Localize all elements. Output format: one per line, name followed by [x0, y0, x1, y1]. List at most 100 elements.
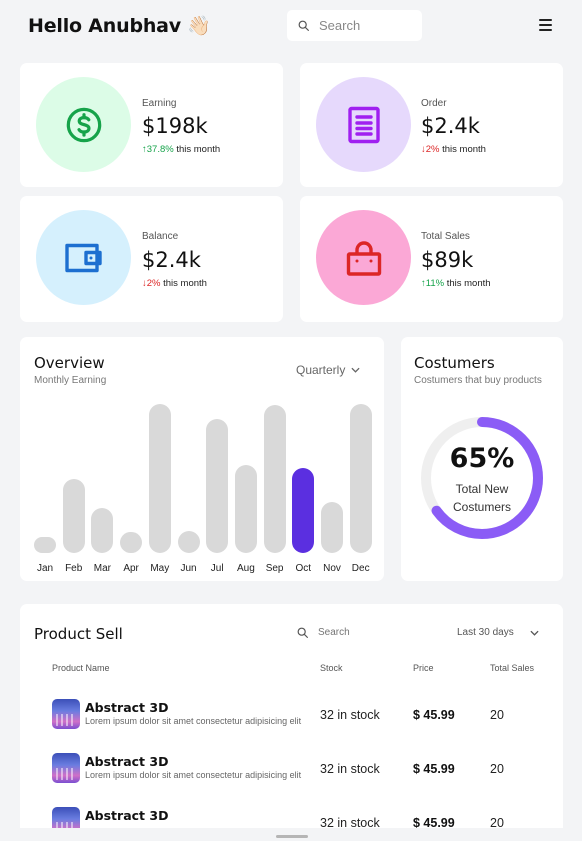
total-sales-icon-circle	[316, 210, 411, 305]
stat-change: ↓2% this month	[421, 144, 486, 155]
product-description: Lorem ipsum dolor sit amet consectetur a…	[85, 770, 302, 780]
stat-card-balance: Balance $2.4k ↓2% this month	[20, 196, 283, 322]
product-total-sales: 20	[490, 708, 504, 722]
column-header-stock: Stock	[320, 663, 343, 673]
chevron-down-icon	[530, 630, 539, 636]
bar-sep[interactable]	[263, 405, 286, 553]
bar-jul[interactable]	[206, 418, 229, 553]
customers-caption-line2: Costumers	[452, 500, 511, 514]
product-price: $ 45.99	[413, 708, 455, 722]
header-search[interactable]	[287, 10, 422, 41]
period-dropdown[interactable]: Quarterly	[296, 363, 360, 377]
bar-jan[interactable]	[34, 537, 56, 553]
bar-aug[interactable]	[234, 465, 257, 553]
bar-label-jun: Jun	[180, 563, 197, 574]
document-icon	[347, 106, 380, 143]
bar-oct[interactable]	[292, 468, 315, 553]
hamburger-menu-icon[interactable]	[539, 19, 552, 31]
product-thumbnail	[52, 753, 80, 783]
product-search[interactable]	[296, 626, 388, 639]
product-search-input[interactable]	[318, 627, 388, 638]
stat-change-suffix: this month	[176, 144, 221, 155]
bar-label-apr: Apr	[123, 563, 139, 574]
stat-label: Balance	[142, 231, 179, 242]
stat-change: ↓2% this month	[142, 278, 207, 289]
stat-label: Earning	[142, 98, 177, 109]
stat-label: Order	[421, 98, 447, 109]
bar-may[interactable]	[148, 404, 171, 553]
stat-label: Total Sales	[421, 231, 470, 242]
date-range-label: Last 30 days	[457, 627, 514, 638]
bar-nov[interactable]	[321, 502, 343, 553]
bar-label-dec: Dec	[351, 563, 370, 574]
dollar-icon	[66, 107, 101, 142]
customers-percent: 65%	[449, 443, 515, 474]
stat-change-value: 11%	[425, 278, 445, 289]
stat-value: $89k	[421, 248, 474, 272]
search-icon	[297, 627, 308, 638]
stat-change-value: 37.8%	[146, 144, 174, 155]
stat-change: ↑37.8% this month	[142, 144, 220, 155]
stat-change: ↑11% this month	[421, 278, 491, 289]
customers-title: Costumers	[414, 354, 495, 372]
bar-feb[interactable]	[62, 478, 85, 553]
stat-card-total-sales: Total Sales $89k ↑11% this month	[300, 196, 563, 322]
bar-mar[interactable]	[91, 508, 114, 553]
bar-label-sep: Sep	[265, 563, 284, 574]
shopping-bag-icon	[346, 240, 381, 276]
product-name: Abstract 3D	[85, 700, 169, 715]
customers-subtitle: Costumers that buy products	[414, 375, 542, 386]
customers-card: Costumers Costumers that buy products 65…	[401, 337, 563, 581]
product-name: Abstract 3D	[85, 754, 169, 769]
stat-change-value: 2%	[146, 278, 161, 289]
product-thumbnail	[52, 699, 80, 729]
bar-jun[interactable]	[177, 530, 200, 553]
column-header-price: Price	[413, 663, 434, 673]
stat-value: $198k	[142, 114, 208, 138]
period-dropdown-label: Quarterly	[296, 363, 346, 377]
earning-icon-circle	[36, 77, 131, 172]
stat-change-suffix: this month	[442, 144, 486, 155]
bar-label-jan: Jan	[36, 563, 54, 574]
product-description: Lorem ipsum dolor sit amet consectetur a…	[85, 716, 302, 726]
overview-title: Overview	[34, 354, 105, 372]
overview-subtitle: Monthly Earning	[34, 375, 107, 386]
greeting-text: Hello Anubhav	[28, 15, 181, 37]
product-price: $ 45.99	[413, 762, 455, 776]
product-stock: 32 in stock	[320, 762, 380, 776]
bar-label-oct: Oct	[295, 563, 312, 574]
top-header: Hello Anubhav 👋🏻	[0, 0, 582, 52]
product-sell-title: Product Sell	[34, 625, 123, 643]
bar-label-mar: Mar	[93, 563, 111, 574]
chevron-down-icon	[351, 367, 360, 373]
bar-label-may: May	[150, 563, 170, 574]
stat-card-earning: Earning $198k ↑37.8% this month	[20, 63, 283, 187]
wallet-icon	[64, 243, 102, 272]
bar-label-aug: Aug	[236, 563, 255, 574]
stat-card-order: Order $2.4k ↓2% this month	[300, 63, 563, 187]
stat-change-suffix: this month	[163, 278, 207, 289]
column-header-product: Product Name	[52, 663, 110, 673]
product-name: Abstract 3D	[85, 808, 169, 823]
date-range-dropdown[interactable]: Last 30 days	[457, 627, 539, 638]
home-indicator[interactable]	[276, 835, 308, 838]
greeting-title: Hello Anubhav 👋🏻	[28, 14, 211, 37]
product-stock: 32 in stock	[320, 708, 380, 722]
search-input[interactable]	[319, 18, 414, 33]
order-icon-circle	[316, 77, 411, 172]
customers-caption-line1: Total New	[455, 482, 509, 496]
stat-value: $2.4k	[421, 114, 480, 138]
bar-label-feb: Feb	[65, 563, 83, 574]
stat-change-value: 2%	[425, 144, 440, 155]
column-header-total-sales: Total Sales	[490, 663, 535, 673]
balance-icon-circle	[36, 210, 131, 305]
search-icon	[298, 20, 309, 31]
bar-apr[interactable]	[120, 532, 143, 553]
stat-value: $2.4k	[142, 248, 201, 272]
bar-dec[interactable]	[349, 404, 372, 553]
stat-change-suffix: this month	[446, 278, 491, 289]
wave-icon: 👋🏻	[187, 15, 211, 37]
overview-card: Overview Monthly Earning Quarterly Jan Fe…	[20, 337, 384, 581]
bar-label-nov: Nov	[323, 563, 341, 574]
product-total-sales: 20	[490, 762, 504, 776]
